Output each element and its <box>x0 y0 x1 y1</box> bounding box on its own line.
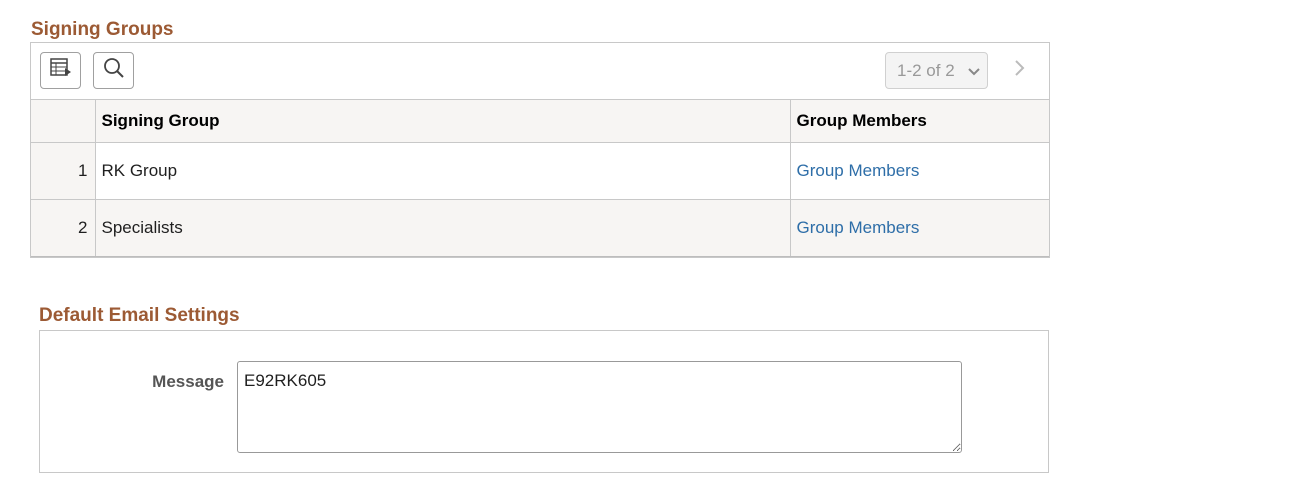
row-number: 1 <box>31 142 96 200</box>
group-members-link[interactable]: Group Members <box>797 218 920 237</box>
pager-select[interactable]: 1-2 of 2 <box>885 52 988 89</box>
signing-group-name: RK Group <box>94 142 791 200</box>
group-members-cell: Group Members <box>789 199 1049 257</box>
column-header-signing-group: Signing Group <box>94 99 791 143</box>
chevron-right-icon <box>1012 59 1026 82</box>
message-label: Message <box>152 372 224 391</box>
grid-toolbar: 1-2 of 2 <box>31 43 1049 99</box>
row-number: 2 <box>31 199 96 257</box>
signing-group-name: Specialists <box>94 199 791 257</box>
table-row: 1 RK Group Group Members <box>31 142 1049 200</box>
default-email-settings-title: Default Email Settings <box>39 305 240 326</box>
signing-groups-grid: 1-2 of 2 Signing Group Group Members 1 R… <box>30 42 1050 258</box>
chevron-down-icon <box>967 64 981 84</box>
search-grid-button[interactable] <box>93 52 134 89</box>
column-header-group-members: Group Members <box>789 99 1049 143</box>
signing-groups-table: Signing Group Group Members 1 RK Group G… <box>31 99 1049 257</box>
table-header-row: Signing Group Group Members <box>31 99 1049 143</box>
table-row: 2 Specialists Group Members <box>31 199 1049 257</box>
column-header-rownum <box>31 99 96 143</box>
next-page-button[interactable] <box>1006 57 1032 83</box>
pager-label: 1-2 of 2 <box>897 60 955 80</box>
personalize-grid-button[interactable] <box>40 52 81 89</box>
default-email-settings-box: Message E92RK605 <box>39 330 1049 473</box>
message-textarea[interactable]: E92RK605 <box>237 361 962 453</box>
group-members-link[interactable]: Group Members <box>797 161 920 180</box>
signing-groups-title: Signing Groups <box>31 19 174 40</box>
search-icon <box>103 57 125 84</box>
grid-settings-icon <box>49 58 72 83</box>
group-members-cell: Group Members <box>789 142 1049 200</box>
